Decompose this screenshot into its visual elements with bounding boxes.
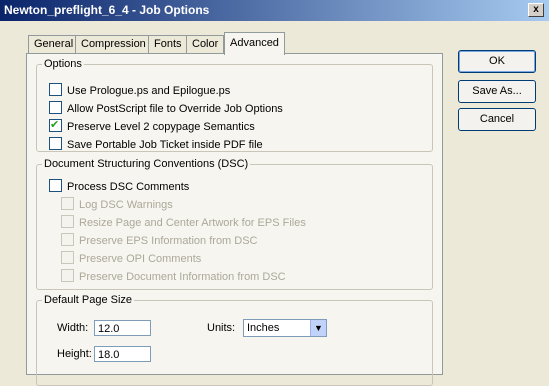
- title-bar: Newton_preflight_6_4 - Job Options x: [0, 0, 549, 21]
- window-title: Newton_preflight_6_4 - Job Options: [4, 3, 210, 17]
- allow-postscript-override-checkbox[interactable]: Allow PostScript file to Override Job Op…: [49, 101, 283, 115]
- checkbox-box: [61, 269, 74, 282]
- checkbox-label: Process DSC Comments: [67, 181, 190, 193]
- dsc-legend: Document Structuring Conventions (DSC): [44, 158, 249, 170]
- advanced-panel: Options Use Prologue.ps and Epilogue.ps …: [26, 53, 443, 386]
- checkbox-label: Log DSC Warnings: [79, 199, 173, 211]
- units-value: Inches: [247, 322, 280, 334]
- process-dsc-checkbox[interactable]: Process DSC Comments: [49, 179, 189, 193]
- checkbox-box[interactable]: [49, 118, 62, 132]
- checkbox-label: Preserve Document Information from DSC: [79, 271, 286, 283]
- checkbox-label: Use Prologue.ps and Epilogue.ps: [67, 85, 231, 97]
- preserve-doc-info-checkbox: Preserve Document Information from DSC: [61, 269, 286, 283]
- checkbox-label: Preserve EPS Information from DSC: [79, 235, 258, 247]
- checkbox-box[interactable]: [49, 137, 62, 150]
- tab-color[interactable]: Color: [186, 35, 225, 54]
- tab-compression[interactable]: Compression: [75, 35, 152, 54]
- checkbox-label: Preserve Level 2 copypage Semantics: [67, 121, 255, 133]
- preserve-level2-checkbox[interactable]: Preserve Level 2 copypage Semantics: [49, 118, 255, 133]
- checkbox-box[interactable]: [49, 179, 62, 192]
- checkbox-box: [61, 197, 74, 210]
- dsc-group: Document Structuring Conventions (DSC) P…: [36, 158, 433, 290]
- width-label: Width:: [57, 322, 89, 334]
- checkbox-label: Save Portable Job Ticket inside PDF file: [67, 139, 263, 151]
- checkbox-label: Allow PostScript file to Override Job Op…: [67, 103, 283, 115]
- resize-page-checkbox: Resize Page and Center Artwork for EPS F…: [61, 215, 306, 229]
- close-button[interactable]: x: [528, 3, 544, 17]
- height-input[interactable]: 18.0: [94, 346, 151, 362]
- preserve-eps-checkbox: Preserve EPS Information from DSC: [61, 233, 258, 247]
- tab-general[interactable]: General: [28, 35, 80, 54]
- checkbox-box: [61, 215, 74, 228]
- tab-advanced[interactable]: Advanced: [224, 32, 285, 55]
- options-group: Options Use Prologue.ps and Epilogue.ps …: [36, 58, 433, 152]
- width-input[interactable]: 12.0: [94, 320, 151, 336]
- options-legend: Options: [44, 58, 82, 70]
- page-size-group: Default Page Size Width: 12.0 Units: Inc…: [36, 294, 433, 386]
- checkbox-box[interactable]: [49, 101, 62, 114]
- log-dsc-warnings-checkbox: Log DSC Warnings: [61, 197, 173, 211]
- ok-button[interactable]: OK: [458, 50, 536, 73]
- preserve-opi-checkbox: Preserve OPI Comments: [61, 251, 201, 265]
- units-label: Units:: [207, 322, 236, 334]
- height-label: Height:: [57, 348, 92, 360]
- checkbox-box: [61, 233, 74, 246]
- save-as-button[interactable]: Save As...: [458, 80, 536, 103]
- checkbox-box: [61, 251, 74, 264]
- page-size-legend: Default Page Size: [44, 294, 133, 306]
- cancel-button[interactable]: Cancel: [458, 108, 536, 131]
- save-job-ticket-checkbox[interactable]: Save Portable Job Ticket inside PDF file: [49, 137, 263, 151]
- chevron-down-icon[interactable]: ▼: [310, 320, 326, 336]
- tab-fonts[interactable]: Fonts: [148, 35, 188, 54]
- use-prologue-checkbox[interactable]: Use Prologue.ps and Epilogue.ps: [49, 83, 230, 97]
- checkbox-box[interactable]: [49, 83, 62, 96]
- checkbox-label: Resize Page and Center Artwork for EPS F…: [79, 217, 306, 229]
- checkbox-label: Preserve OPI Comments: [79, 253, 202, 265]
- units-select[interactable]: Inches ▼: [243, 319, 327, 337]
